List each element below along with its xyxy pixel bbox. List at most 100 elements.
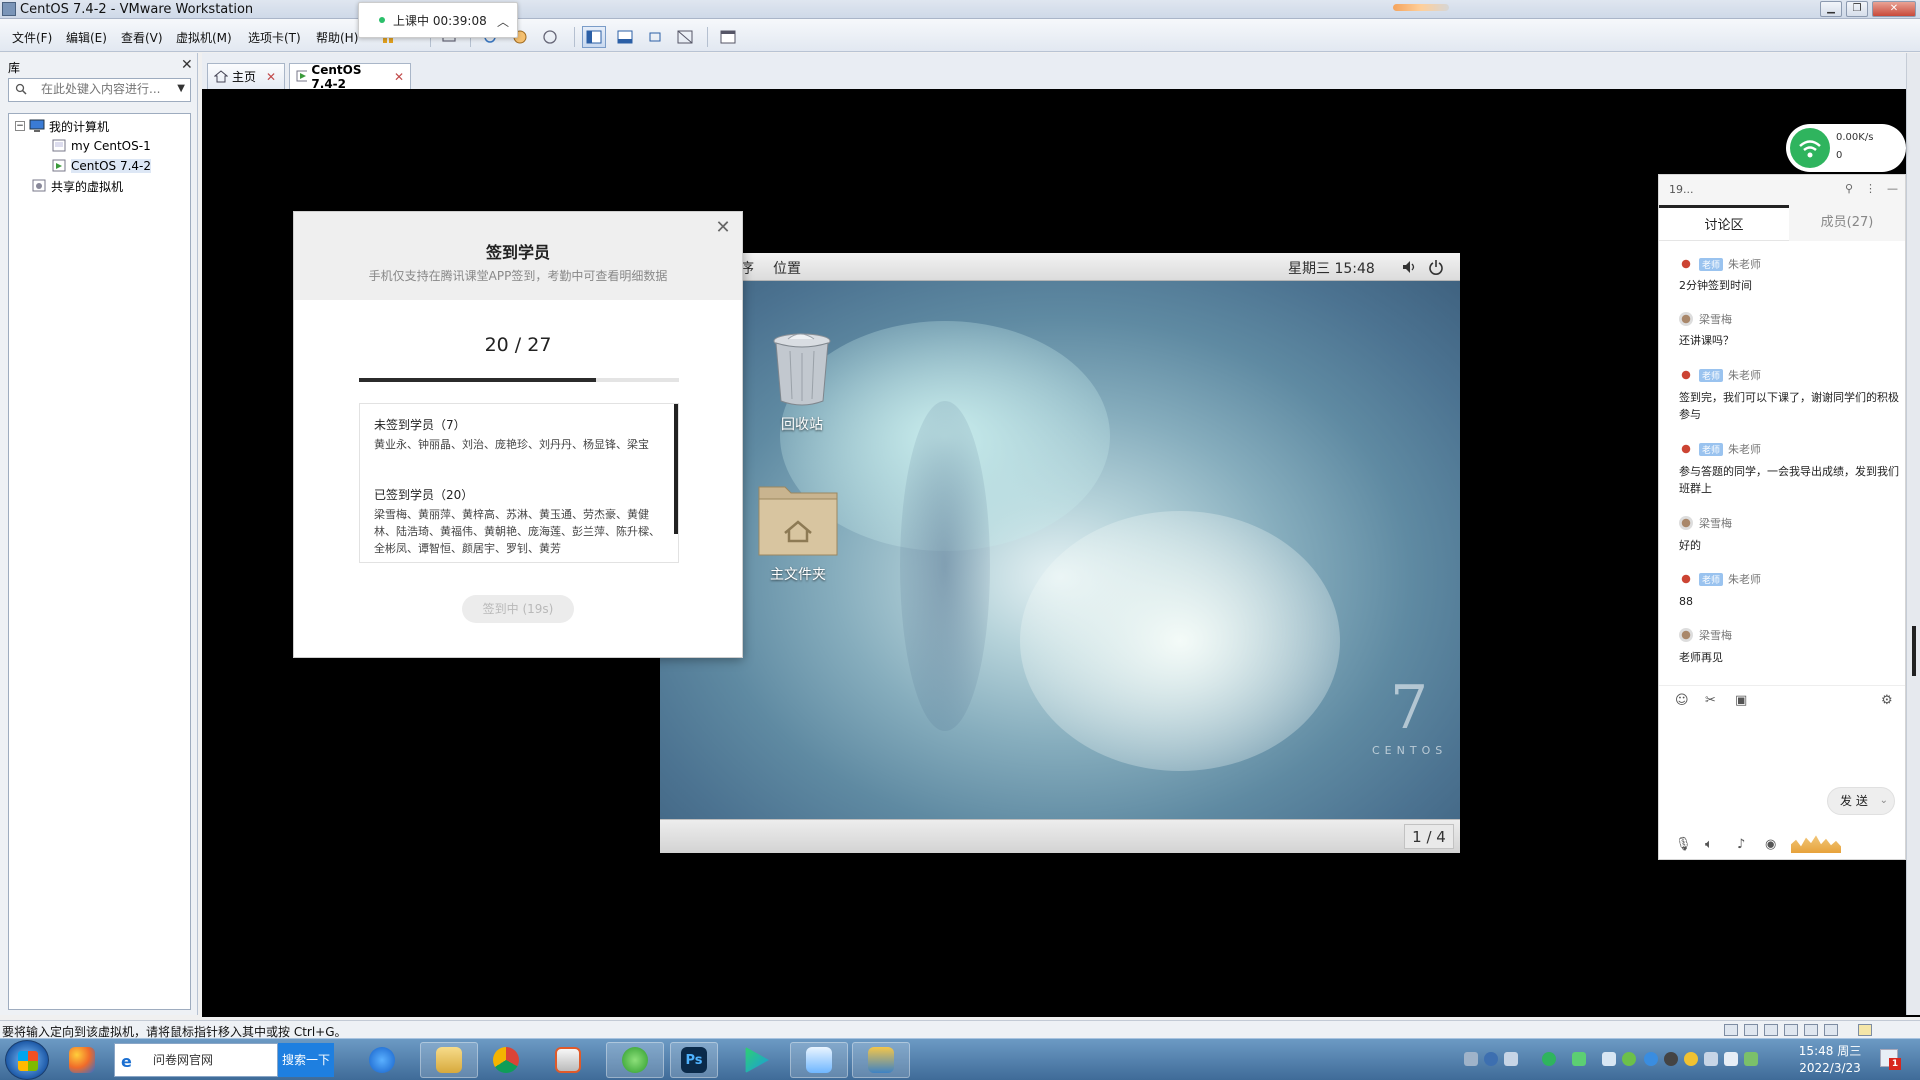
start-button[interactable] xyxy=(5,1040,49,1080)
dropdown-arrow-icon[interactable]: ▼ xyxy=(177,83,185,94)
tray-icon[interactable] xyxy=(1622,1052,1636,1066)
location-icon[interactable]: ◉ xyxy=(1765,837,1776,852)
network-adapter-icon[interactable] xyxy=(1764,1024,1778,1036)
tray-icon[interactable] xyxy=(1504,1052,1518,1066)
taskbar-app-colorful[interactable] xyxy=(60,1042,104,1078)
unity-button[interactable] xyxy=(673,26,697,48)
tab-centos[interactable]: CentOS 7.4-2 ✕ xyxy=(289,63,411,91)
search-go-button[interactable]: 搜索一下 xyxy=(278,1043,334,1077)
system-tray xyxy=(1450,1039,1780,1080)
close-library-icon[interactable]: ✕ xyxy=(181,57,193,73)
list-scrollbar[interactable] xyxy=(674,404,678,534)
volume-icon[interactable] xyxy=(1401,259,1417,275)
security-tray-icon[interactable] xyxy=(1744,1052,1758,1066)
battery-tray-icon[interactable] xyxy=(1572,1052,1586,1066)
taskbar-explorer[interactable] xyxy=(420,1042,478,1078)
printer-icon[interactable] xyxy=(1784,1024,1798,1036)
help-tray-icon[interactable] xyxy=(1484,1052,1498,1066)
keyboard-tray-icon[interactable] xyxy=(1464,1052,1478,1066)
tab-home[interactable]: 主页 ✕ xyxy=(207,63,285,89)
thumbnail-bar-button[interactable] xyxy=(613,26,637,48)
emoji-icon[interactable]: ☺ xyxy=(1675,693,1689,708)
snapshot-manager-button[interactable] xyxy=(538,26,562,48)
attendee-list[interactable]: 未签到学员（7） 黄业永、钟丽晶、刘治、庞艳珍、刘丹丹、杨显锋、梁宝 已签到学员… xyxy=(359,403,679,563)
tray-icon[interactable] xyxy=(1664,1052,1678,1066)
menu-vm[interactable]: 虚拟机(M) xyxy=(176,29,232,46)
network-widget[interactable]: 0.00K/s 0 xyxy=(1786,124,1906,172)
console-view-button[interactable] xyxy=(716,26,740,48)
menu-tabs[interactable]: 选项卡(T) xyxy=(248,29,301,46)
menu-help[interactable]: 帮助(H) xyxy=(316,29,358,46)
pin-icon[interactable]: ⚲ xyxy=(1845,182,1853,195)
library-search[interactable]: ▼ xyxy=(8,78,191,102)
close-window-button[interactable]: ✕ xyxy=(1872,1,1916,17)
guest-clock[interactable]: 星期三 15:48 xyxy=(1288,258,1375,278)
notification-center-icon[interactable]: 1 xyxy=(1880,1049,1901,1070)
workspace-pager[interactable]: 1 / 4 xyxy=(1404,824,1454,849)
close-tab-icon[interactable]: ✕ xyxy=(394,70,404,84)
right-scrollbar[interactable] xyxy=(1906,53,1920,1015)
image-icon[interactable]: ▣ xyxy=(1735,693,1747,708)
class-live-indicator[interactable]: 上课中 00:39:08 ︿ xyxy=(358,2,518,38)
settings-icon[interactable]: ⚙ xyxy=(1881,693,1893,708)
taskbar-vmware[interactable] xyxy=(852,1042,910,1078)
scissors-icon[interactable]: ✂ xyxy=(1705,693,1716,708)
music-icon[interactable]: ♪ xyxy=(1737,837,1745,852)
display-icon[interactable] xyxy=(1824,1024,1838,1036)
minimize-button[interactable]: ▁ xyxy=(1820,1,1842,17)
places-menu[interactable]: 位置 xyxy=(773,258,801,278)
taskbar-ie[interactable] xyxy=(358,1042,406,1078)
tree-shared-vms[interactable]: 共享的虚拟机 xyxy=(31,177,123,195)
more-icon[interactable]: ⋮ xyxy=(1865,182,1876,195)
taskbar-clock[interactable]: 15:48 周三 2022/3/23 xyxy=(1790,1043,1870,1077)
hdd-icon[interactable] xyxy=(1724,1024,1738,1036)
chevron-down-icon[interactable]: ⌄ xyxy=(1880,788,1888,814)
fullscreen-button[interactable] xyxy=(643,26,667,48)
taskbar-media[interactable] xyxy=(544,1042,592,1078)
tab-members[interactable]: 成员(27) xyxy=(1789,205,1905,241)
tree-my-computer[interactable]: − 我的计算机 xyxy=(15,117,109,135)
clock-date: 2022/3/23 xyxy=(1799,1061,1861,1075)
restore-button[interactable]: ❐ xyxy=(1846,1,1868,17)
volume-tray-icon[interactable] xyxy=(1724,1052,1738,1066)
network-tray-icon[interactable] xyxy=(1704,1052,1718,1066)
taskbar-player[interactable] xyxy=(732,1042,780,1078)
send-button[interactable]: 发 送 ⌄ xyxy=(1827,787,1895,815)
taskbar-tencent-classroom[interactable] xyxy=(790,1042,848,1078)
message-log-icon[interactable] xyxy=(1858,1024,1872,1036)
tree-vm-item-selected[interactable]: CentOS 7.4-2 xyxy=(51,157,151,175)
chevron-up-icon[interactable]: ︿ xyxy=(497,13,509,30)
collapse-icon[interactable]: − xyxy=(15,121,25,131)
cdrom-icon[interactable] xyxy=(1744,1024,1758,1036)
guest-desktop[interactable]: 序 位置 星期三 15:48 回收站 主文件夹 7 CENTOS 1 / 4 xyxy=(660,253,1460,853)
close-tab-icon[interactable]: ✕ xyxy=(266,70,276,84)
tab-discussion[interactable]: 讨论区 xyxy=(1659,205,1789,241)
sound-card-icon[interactable] xyxy=(1804,1024,1818,1036)
chat-scrollbar[interactable] xyxy=(1912,626,1916,676)
wifi-tray-icon[interactable] xyxy=(1542,1052,1556,1066)
minimize-chat-icon[interactable]: — xyxy=(1887,182,1898,195)
tree-vm-item[interactable]: my CentOS-1 xyxy=(51,137,151,155)
centos-logo-text: CENTOS xyxy=(1372,744,1448,757)
taskbar-chrome[interactable] xyxy=(482,1042,530,1078)
show-library-button[interactable] xyxy=(582,26,606,48)
power-icon[interactable] xyxy=(1428,259,1444,275)
tray-icon[interactable] xyxy=(1644,1052,1658,1066)
taskbar-search-input[interactable] xyxy=(153,1052,273,1066)
menu-view[interactable]: 查看(V) xyxy=(121,29,163,46)
chat-header: 19... ⚲ ⋮ — xyxy=(1659,175,1905,205)
signin-button[interactable]: 签到中 (19s) xyxy=(462,595,574,623)
taskbar-ie-green[interactable] xyxy=(606,1042,664,1078)
menu-edit[interactable]: 编辑(E) xyxy=(66,29,107,46)
speaker-icon[interactable]: 🔈︎ xyxy=(1705,837,1713,852)
library-search-input[interactable] xyxy=(41,82,171,96)
chevron-up-icon[interactable] xyxy=(1602,1052,1616,1066)
taskbar-photoshop[interactable]: Ps xyxy=(670,1042,718,1078)
desktop-trash[interactable]: 回收站 xyxy=(742,331,862,434)
tray-icon[interactable] xyxy=(1684,1052,1698,1066)
microphone-icon[interactable]: 🎙︎ xyxy=(1675,837,1692,852)
menu-file[interactable]: 文件(F) xyxy=(12,29,52,46)
taskbar-search[interactable]: e xyxy=(114,1043,278,1077)
close-dialog-icon[interactable]: ✕ xyxy=(714,219,732,237)
desktop-background[interactable]: 回收站 主文件夹 xyxy=(660,281,1460,819)
